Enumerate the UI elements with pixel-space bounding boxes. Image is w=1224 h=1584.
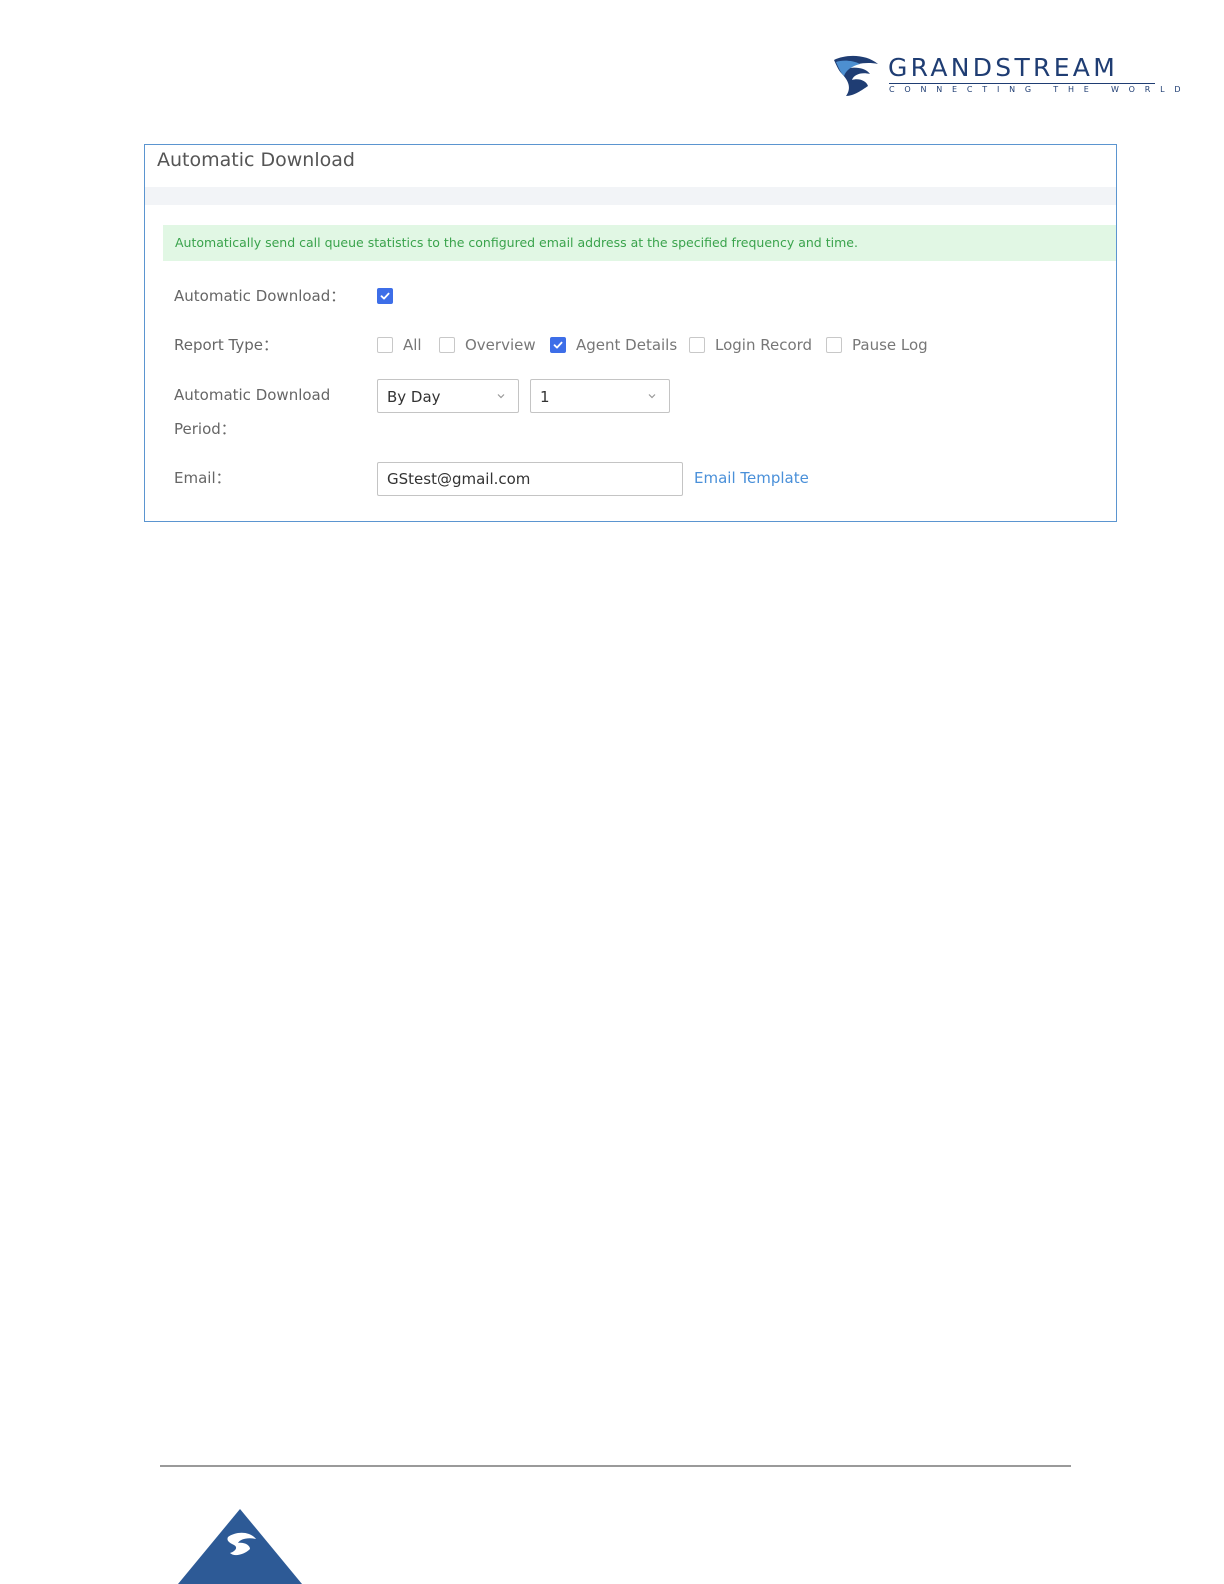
report-type-overview-label[interactable]: Overview bbox=[465, 335, 536, 355]
chevron-down-icon bbox=[497, 394, 505, 399]
grandstream-logo: GRANDSTREAM CONNECTING THE WORLD bbox=[832, 52, 1181, 102]
report-type-login-record-checkbox[interactable] bbox=[689, 337, 705, 353]
period-value-text: 1 bbox=[540, 388, 550, 406]
logo-divider bbox=[889, 83, 1155, 84]
grandstream-logo-icon bbox=[834, 55, 878, 96]
report-type-all-label[interactable]: All bbox=[403, 335, 422, 355]
email-input[interactable]: GStest@gmail.com bbox=[377, 462, 683, 496]
report-type-overview-checkbox[interactable] bbox=[439, 337, 455, 353]
period-label-line2: Period： bbox=[174, 420, 236, 438]
report-type-agent-details-checkbox[interactable] bbox=[550, 337, 566, 353]
report-type-pause-log-checkbox[interactable] bbox=[826, 337, 842, 353]
period-label-line1: Automatic Download bbox=[174, 386, 331, 404]
checkmark-icon bbox=[380, 292, 390, 300]
email-template-link[interactable]: Email Template bbox=[694, 468, 809, 488]
automatic-download-checkbox[interactable] bbox=[377, 288, 393, 304]
panel-header-strip bbox=[145, 187, 1116, 205]
email-label: Email： bbox=[174, 469, 231, 487]
report-type-label: Report Type： bbox=[174, 336, 278, 354]
period-frequency-value: By Day bbox=[387, 388, 441, 406]
logo-tagline: CONNECTING THE WORLD bbox=[889, 85, 1191, 94]
info-notice: Automatically send call queue statistics… bbox=[163, 225, 1116, 261]
checkmark-icon bbox=[553, 341, 563, 349]
report-type-all-checkbox[interactable] bbox=[377, 337, 393, 353]
report-type-pause-log-label[interactable]: Pause Log bbox=[852, 335, 928, 355]
period-frequency-select[interactable]: By Day bbox=[377, 379, 519, 413]
report-type-agent-details-label[interactable]: Agent Details bbox=[576, 335, 677, 355]
chevron-down-icon bbox=[648, 394, 656, 399]
report-type-login-record-label[interactable]: Login Record bbox=[715, 335, 812, 355]
automatic-download-panel: Automatic Download Automatically send ca… bbox=[144, 144, 1117, 522]
logo-wordmark: GRANDSTREAM bbox=[888, 53, 1119, 82]
footer-divider bbox=[160, 1465, 1071, 1467]
footer-logo-icon bbox=[178, 1509, 302, 1584]
period-value-select[interactable]: 1 bbox=[530, 379, 670, 413]
panel-title: Automatic Download bbox=[157, 149, 355, 171]
automatic-download-label: Automatic Download： bbox=[174, 287, 346, 305]
